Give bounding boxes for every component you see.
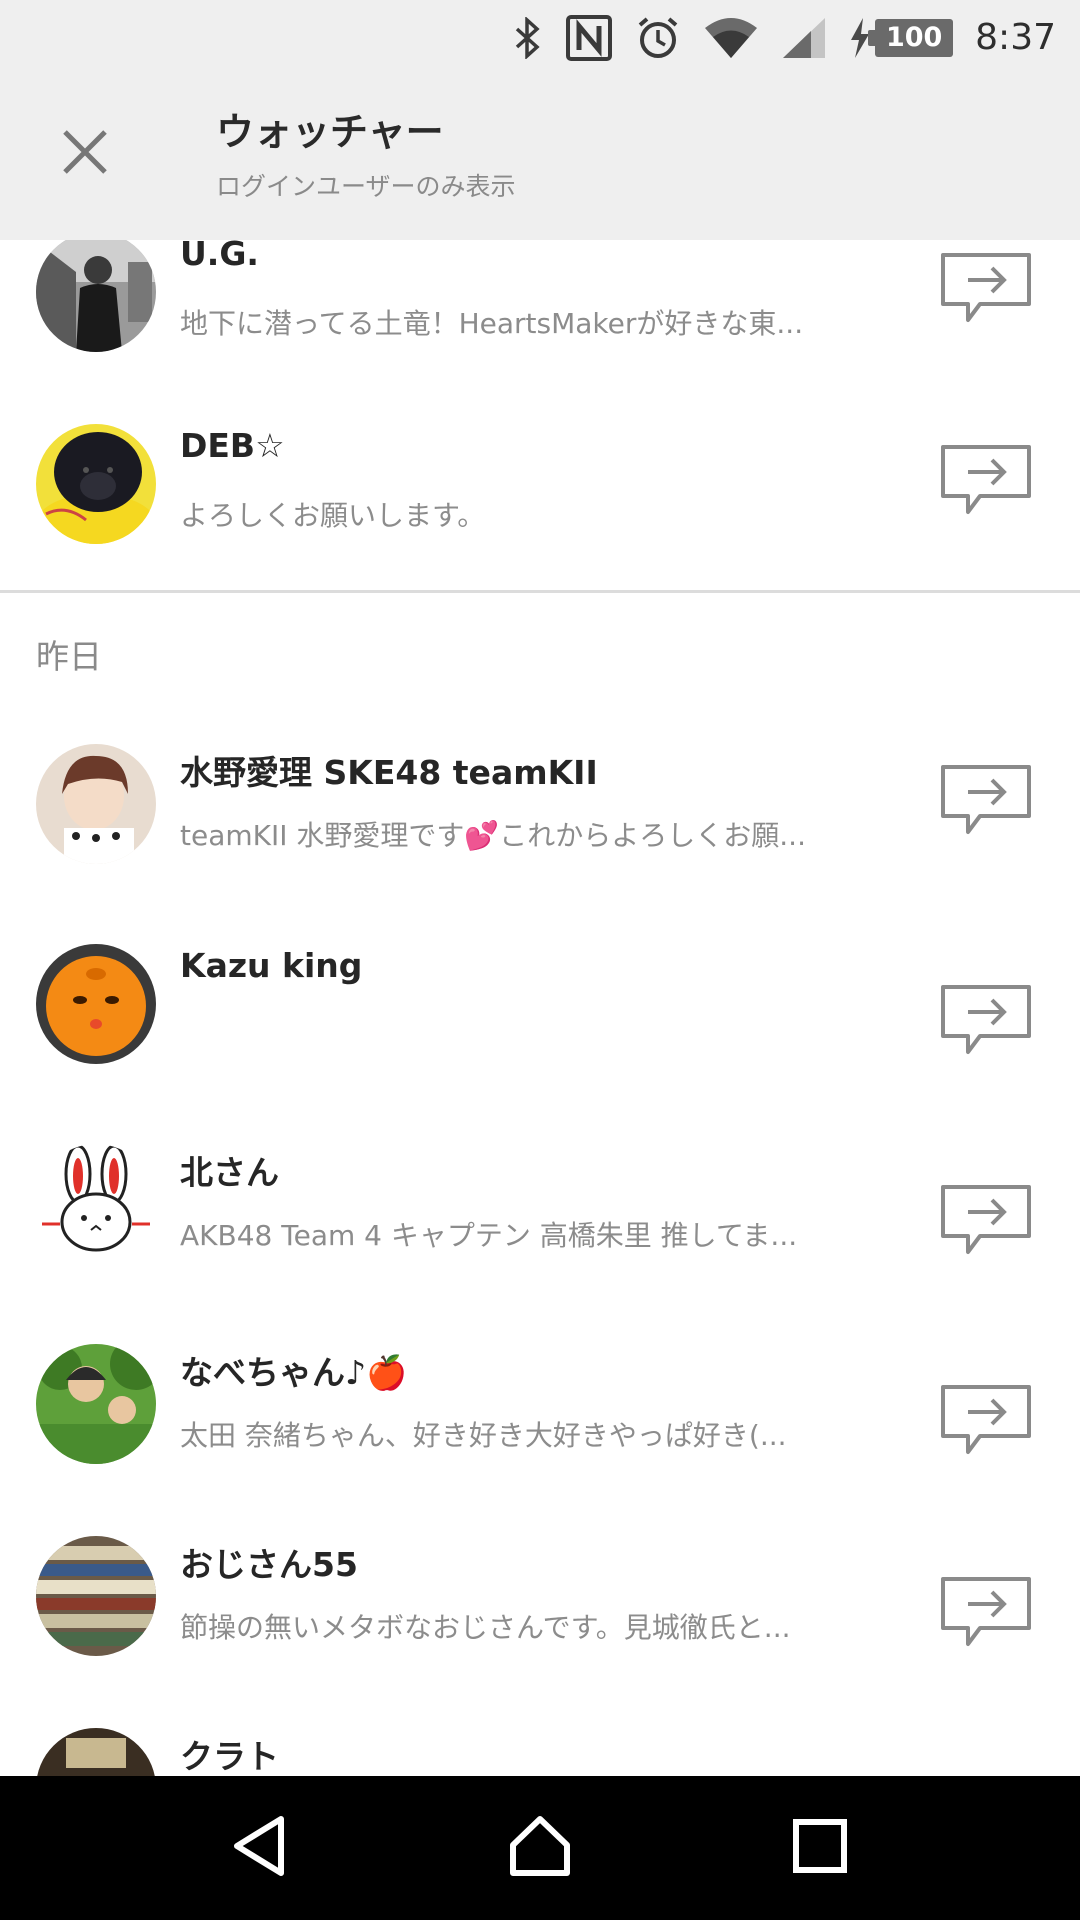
message-button[interactable] <box>938 442 1034 522</box>
back-button[interactable] <box>205 1793 315 1903</box>
message-arrow-icon <box>940 1384 1032 1460</box>
recents-icon <box>790 1816 850 1880</box>
list-item[interactable]: おじさん55 節操の無いメタボなおじさんです。見城徹氏と... <box>0 1536 1080 1736</box>
avatar <box>36 944 156 1064</box>
message-arrow-icon <box>940 984 1032 1060</box>
user-name: 北さん <box>180 1153 279 1192</box>
message-button[interactable] <box>938 1574 1034 1654</box>
recents-button[interactable] <box>765 1793 875 1903</box>
watcher-list[interactable]: U.G. 地下に潜ってる土竜！HeartsMakerが好きな東... DEB☆ … <box>0 240 1080 1776</box>
user-name: クラト <box>180 1737 279 1776</box>
message-button[interactable] <box>938 762 1034 842</box>
user-description: 地下に潜ってる土竜！HeartsMakerが好きな東... <box>180 307 804 340</box>
list-item[interactable]: DEB☆ よろしくお願いします。 <box>0 384 1080 584</box>
page-title: ウォッチャー <box>216 110 444 154</box>
list-item[interactable]: 北さん AKB48 Team 4 キャプテン 高橋朱里 推してま... <box>0 1144 1080 1344</box>
user-name: なべちゃん♪🍎 <box>180 1353 408 1392</box>
app-header: ウォッチャー ログインユーザーのみ表示 <box>0 75 1080 240</box>
section-divider <box>0 590 1080 593</box>
user-description: AKB48 Team 4 キャプテン 高橋朱里 推してま... <box>180 1219 798 1252</box>
status-bar: 100 8:37 <box>0 0 1080 75</box>
bluetooth-icon <box>513 16 543 59</box>
battery-indicator: 100 <box>849 17 954 58</box>
message-arrow-icon <box>940 1576 1032 1652</box>
page-subtitle: ログインユーザーのみ表示 <box>216 172 516 201</box>
home-button[interactable] <box>485 1793 595 1903</box>
message-button[interactable] <box>938 1182 1034 1262</box>
clock: 8:37 <box>975 17 1056 58</box>
home-icon <box>505 1811 575 1885</box>
message-button[interactable] <box>938 982 1034 1062</box>
user-description: 節操の無いメタボなおじさんです。見城徹氏と... <box>180 1611 791 1644</box>
list-item[interactable]: なべちゃん♪🍎 太田 奈緒ちゃん、好き好き大好きやっぱ好き(... <box>0 1344 1080 1544</box>
avatar <box>36 240 156 352</box>
message-button[interactable] <box>938 1382 1034 1462</box>
alarm-icon <box>635 15 681 61</box>
avatar <box>36 424 156 544</box>
back-icon <box>225 1811 295 1885</box>
user-name: 水野愛理 SKE48 teamKII <box>180 753 598 792</box>
avatar <box>36 1144 156 1264</box>
user-name: DEB☆ <box>180 426 285 465</box>
system-nav-bar <box>0 1776 1080 1920</box>
signal-icon <box>781 16 827 60</box>
nfc-icon <box>565 14 613 62</box>
close-icon <box>61 128 109 180</box>
avatar <box>36 744 156 864</box>
user-name: おじさん55 <box>180 1545 358 1584</box>
user-name: U.G. <box>180 240 259 273</box>
avatar <box>36 1536 156 1656</box>
avatar <box>36 1344 156 1464</box>
message-arrow-icon <box>940 1184 1032 1260</box>
user-description: 太田 奈緒ちゃん、好き好き大好きやっぱ好き(... <box>180 1419 787 1452</box>
message-button[interactable] <box>938 250 1034 330</box>
list-item[interactable]: U.G. 地下に潜ってる土竜！HeartsMakerが好きな東... <box>0 240 1080 392</box>
list-item[interactable]: Kazu king <box>0 944 1080 1144</box>
message-arrow-icon <box>940 444 1032 520</box>
user-description: よろしくお願いします。 <box>180 499 486 532</box>
message-arrow-icon <box>940 764 1032 840</box>
close-button[interactable] <box>44 113 126 195</box>
user-description: teamKII 水野愛理です💕これからよろしくお願... <box>180 819 806 852</box>
section-header-yesterday: 昨日 <box>36 637 102 676</box>
user-name: Kazu king <box>180 946 363 985</box>
battery-level: 100 <box>868 18 954 57</box>
avatar <box>36 1728 156 1776</box>
message-arrow-icon <box>940 252 1032 328</box>
wifi-icon <box>703 16 759 60</box>
list-item[interactable]: クラト <box>0 1728 1080 1776</box>
list-item[interactable]: 水野愛理 SKE48 teamKII teamKII 水野愛理です💕これからよろ… <box>0 744 1080 944</box>
